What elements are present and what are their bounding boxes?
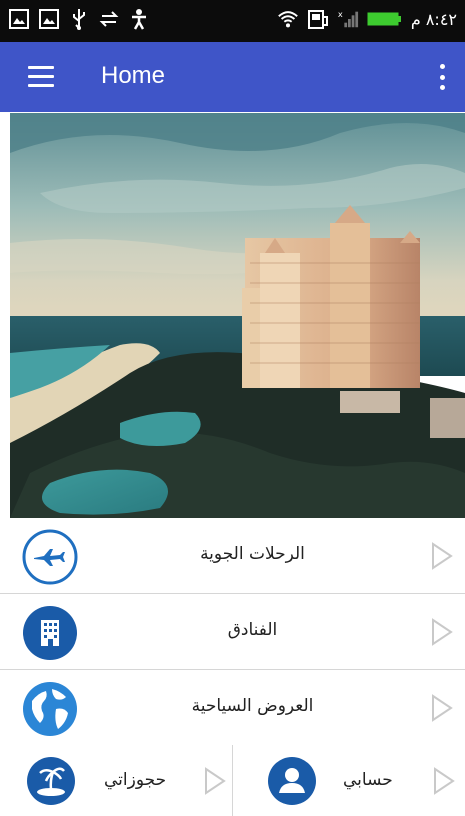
chevron-right-icon xyxy=(431,694,453,722)
usb-icon xyxy=(68,8,90,30)
menu-item-account[interactable]: حسابي xyxy=(233,745,465,816)
battery-icon xyxy=(367,8,403,30)
chevron-right-icon xyxy=(431,618,453,646)
menu-item-label: الفنادق xyxy=(227,620,278,640)
sync-icon xyxy=(98,8,120,30)
battery-saver-icon xyxy=(307,8,329,30)
menu-item-label: الرحلات الجوية xyxy=(200,544,305,564)
hamburger-menu-icon[interactable] xyxy=(28,66,54,88)
chevron-right-icon xyxy=(433,767,455,795)
menu-item-hotels[interactable]: الفنادق xyxy=(0,594,465,670)
hotel-icon xyxy=(22,605,78,661)
status-left-icons xyxy=(8,8,150,30)
airplane-icon xyxy=(22,529,78,585)
menu-item-tours[interactable]: العروض السياحية xyxy=(0,670,465,746)
menu-item-label: حجوزاتي xyxy=(104,770,167,790)
island-icon xyxy=(26,756,76,806)
hero-image xyxy=(10,113,465,518)
page-title: Home xyxy=(101,62,166,89)
app-screen: x ٨:٤٢ م Home الرحلات الجوية الفنادق الع… xyxy=(0,0,465,816)
menu-item-label: العروض السياحية xyxy=(191,696,314,716)
svg-text:x: x xyxy=(338,9,343,19)
status-time: ٨:٤٢ م xyxy=(410,9,457,29)
menu-item-bookings[interactable]: حجوزاتي xyxy=(0,745,233,816)
globe-icon xyxy=(22,681,78,737)
user-icon xyxy=(267,756,317,806)
menu-item-flights[interactable]: الرحلات الجوية xyxy=(0,518,465,594)
overflow-menu-icon[interactable] xyxy=(437,64,447,90)
menu-item-label: حسابي xyxy=(343,770,393,790)
status-bar: x ٨:٤٢ م xyxy=(0,0,465,42)
gallery-icon xyxy=(8,8,30,30)
status-right-icons: x ٨:٤٢ م xyxy=(277,8,457,30)
chevron-right-icon xyxy=(431,542,453,570)
chevron-right-icon xyxy=(204,767,226,795)
signal-icon: x xyxy=(337,8,359,30)
bottom-menu-row: حجوزاتي حسابي xyxy=(0,745,465,816)
gallery-icon xyxy=(38,8,60,30)
accessibility-icon xyxy=(128,8,150,30)
wifi-icon xyxy=(277,8,299,30)
app-bar: Home xyxy=(0,42,465,112)
